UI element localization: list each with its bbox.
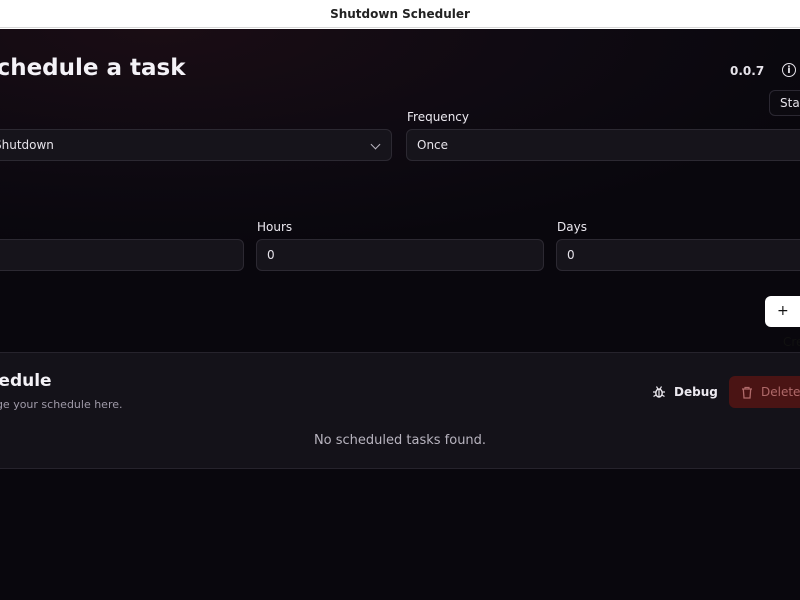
schedule-title-text: Schedule <box>0 371 52 391</box>
schedule-title: Schedule <box>0 371 52 391</box>
schedule-subtitle: Manage your schedule here. <box>0 398 123 411</box>
empty-state-message: No scheduled tasks found. <box>313 433 487 448</box>
plus-icon: + <box>777 303 789 319</box>
days-label: Days <box>557 220 587 234</box>
action-select[interactable]: Shutdown <box>0 129 392 161</box>
chevron-down-icon <box>370 139 381 150</box>
days-value: 0 <box>567 248 575 262</box>
version-label: 0.0.7 <box>730 64 765 78</box>
delete-all-label: Delete All <box>761 385 800 399</box>
debug-button[interactable]: Debug <box>652 381 718 403</box>
window-titlebar: Shutdown Scheduler <box>0 0 800 28</box>
frequency-value: Once <box>417 138 449 152</box>
bug-icon <box>653 386 665 398</box>
window-title: Shutdown Scheduler <box>330 6 470 21</box>
delete-all-button[interactable]: Delete All <box>729 376 800 408</box>
info-icon[interactable]: i <box>782 63 796 77</box>
hours-value: 0 <box>267 248 275 262</box>
minutes-input[interactable]: 0 <box>0 239 244 271</box>
schedule-panel: Schedule Manage your schedule here. Debu… <box>0 352 800 469</box>
create-task-label: Create <box>783 335 800 349</box>
schedule-subtitle-text: Manage your schedule here. <box>0 398 123 411</box>
frequency-select[interactable]: Once <box>406 129 800 161</box>
hours-input[interactable]: 0 <box>256 239 544 271</box>
page-title: Schedule a task <box>0 55 186 81</box>
frequency-label: Frequency <box>407 110 469 124</box>
debug-label: Debug <box>674 385 718 399</box>
start-button[interactable]: Start <box>769 90 800 116</box>
app-body: Schedule a task 0.0.7 i Start Shutdown F… <box>0 29 800 600</box>
action-value: Shutdown <box>0 138 54 152</box>
trash-icon <box>742 386 752 399</box>
hours-label: Hours <box>257 220 293 234</box>
days-input[interactable]: 0 <box>556 239 800 271</box>
create-task-button[interactable]: + Create <box>765 296 800 349</box>
